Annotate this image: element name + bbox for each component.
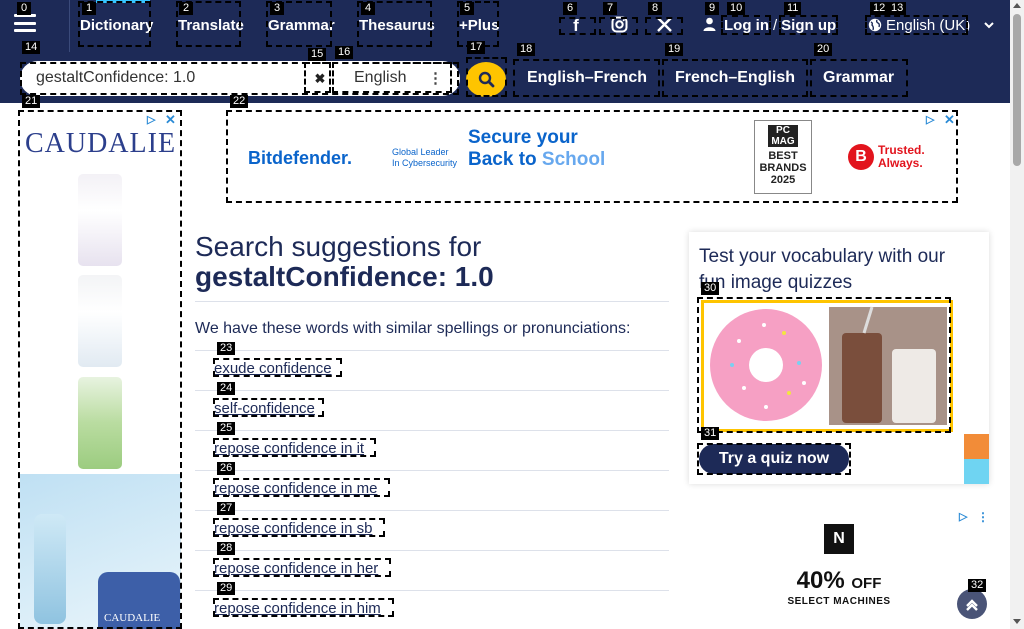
chevron-up-icon	[966, 599, 978, 611]
ad-tagline: Global Leader In Cybersecurity	[392, 147, 458, 168]
divider	[195, 390, 669, 391]
mark-label: 25	[217, 422, 236, 435]
more-options-icon[interactable]: ⋮	[977, 510, 989, 524]
signup-link[interactable]: Sign up	[781, 17, 836, 34]
mark-label: 24	[217, 382, 236, 395]
suggestion-link[interactable]: repose confidence in sb	[214, 520, 372, 537]
quiz-title: Test your vocabulary with our fun image …	[699, 246, 946, 293]
link-english-french[interactable]: English–French	[527, 69, 647, 87]
top-banner-ad[interactable]: Bitdefender. Global Leader In Cybersecuri…	[228, 112, 956, 202]
language-selector[interactable]: English (UK)	[868, 17, 995, 34]
divider	[195, 301, 669, 302]
instagram-icon[interactable]	[609, 16, 629, 38]
adchoices-icon[interactable]: ▷	[147, 113, 155, 126]
suggestion-link[interactable]: repose confidence in her	[214, 560, 378, 577]
hamburger-icon[interactable]	[14, 14, 36, 32]
search-box: ✖ English ⋮	[20, 61, 460, 96]
nav-thesaurus[interactable]: Thesaurus	[359, 17, 435, 34]
suggestion-link[interactable]: exude confidence	[214, 360, 332, 377]
nav-translate[interactable]: Translate	[178, 17, 244, 34]
mark-label: 29	[217, 582, 236, 595]
right-ad[interactable]: ▷ ⋮ N 40% OFF SELECT MACHINES	[689, 509, 989, 629]
quiz-image	[710, 306, 947, 425]
auth-links: Log in / Sign up	[703, 17, 836, 34]
adchoices-icon[interactable]: ▷	[926, 113, 934, 126]
facebook-icon[interactable]: f	[566, 16, 586, 36]
ad-offer-subtitle: SELECT MACHINES	[787, 596, 891, 607]
ad-photo-brand: CAUDALIE	[104, 612, 161, 624]
auth-separator: /	[773, 17, 778, 34]
suggestion-link[interactable]: repose confidence in him	[214, 600, 381, 617]
back-to-top-button[interactable]	[957, 589, 987, 619]
mark-label: 28	[217, 542, 236, 555]
suggestion-link[interactable]: self-confidence	[214, 400, 315, 417]
language-label: English (UK)	[886, 17, 971, 34]
search-bar: ✖ English ⋮ English–French French–Englis…	[0, 52, 1010, 103]
scroll-up-arrow[interactable]	[1013, 3, 1021, 8]
ad-trusted-text: Trusted. Always.	[878, 143, 925, 170]
nav-plus[interactable]: +Plus	[459, 17, 499, 34]
top-navigation: Dictionary Translate Grammar Thesaurus +…	[0, 0, 1010, 52]
divider	[195, 550, 669, 551]
ad-offer: 40% OFF	[796, 567, 882, 594]
left-ad[interactable]: ▷ ✕ CAUDALIE CAUDALIE	[20, 112, 181, 629]
ad-headline: Secure your Back to School	[468, 127, 606, 170]
ad-close-icon[interactable]: ✕	[944, 112, 955, 128]
page-scrollbar[interactable]	[1010, 0, 1024, 629]
ad-brand-logo: CAUDALIE	[24, 128, 177, 159]
link-french-english[interactable]: French–English	[675, 69, 795, 87]
link-grammar[interactable]: Grammar	[823, 69, 894, 87]
ad-photo: CAUDALIE	[20, 474, 181, 629]
page-title-line1: Search suggestions for	[195, 231, 482, 262]
feedback-tab-orange[interactable]	[964, 434, 989, 459]
divider	[195, 350, 669, 351]
search-input[interactable]	[36, 69, 316, 87]
nav-active-indicator	[96, 0, 150, 3]
product-image	[78, 377, 122, 469]
x-icon[interactable]	[654, 16, 674, 38]
mark-label: 27	[217, 502, 236, 515]
ad-b-logo: B	[848, 144, 874, 170]
nav-grammar[interactable]: Grammar	[268, 17, 335, 34]
product-image	[78, 174, 122, 266]
suggestion-link[interactable]: repose confidence in me	[214, 480, 377, 497]
ad-brand-logo: Bitdefender.	[248, 148, 353, 168]
quiz-images-link[interactable]	[701, 300, 953, 432]
ad-close-icon[interactable]: ✕	[165, 112, 176, 128]
chevron-down-icon	[984, 22, 995, 29]
suggestion-link[interactable]: repose confidence in it	[214, 440, 364, 457]
scroll-down-arrow[interactable]	[1013, 619, 1021, 624]
user-icon	[703, 17, 716, 31]
quiz-widget: Test your vocabulary with our fun image …	[689, 232, 989, 484]
similar-words-note: We have these words with similar spellin…	[195, 320, 631, 337]
clear-search-button[interactable]: ✖	[308, 67, 332, 91]
feedback-tab-blue[interactable]	[964, 459, 989, 484]
search-icon	[478, 71, 494, 88]
adchoices-icon[interactable]: ▷	[959, 510, 967, 523]
nav-divider	[69, 0, 70, 52]
globe-icon	[868, 18, 882, 32]
divider	[195, 470, 669, 471]
divider	[195, 590, 669, 591]
ad-award-badge: PC MAG BEST BRANDS 2025	[754, 120, 812, 194]
product-image	[78, 275, 122, 367]
search-button[interactable]	[466, 62, 506, 97]
more-options-icon[interactable]: ⋮	[428, 69, 443, 87]
mark-label: 26	[217, 462, 236, 475]
nav-dictionary[interactable]: Dictionary	[80, 17, 153, 34]
divider	[195, 430, 669, 431]
ad-brand-logo: N	[824, 524, 854, 554]
search-language-select[interactable]: English	[354, 69, 406, 87]
divider	[195, 510, 669, 511]
mark-label: 23	[217, 342, 236, 355]
login-link[interactable]: Log in	[724, 17, 769, 34]
try-quiz-button[interactable]: Try a quiz now	[699, 444, 849, 474]
page-title-query: gestaltConfidence: 1.0	[195, 261, 494, 292]
page-title: Search suggestions for gestaltConfidence…	[195, 232, 669, 292]
scroll-thumb[interactable]	[1013, 14, 1021, 166]
